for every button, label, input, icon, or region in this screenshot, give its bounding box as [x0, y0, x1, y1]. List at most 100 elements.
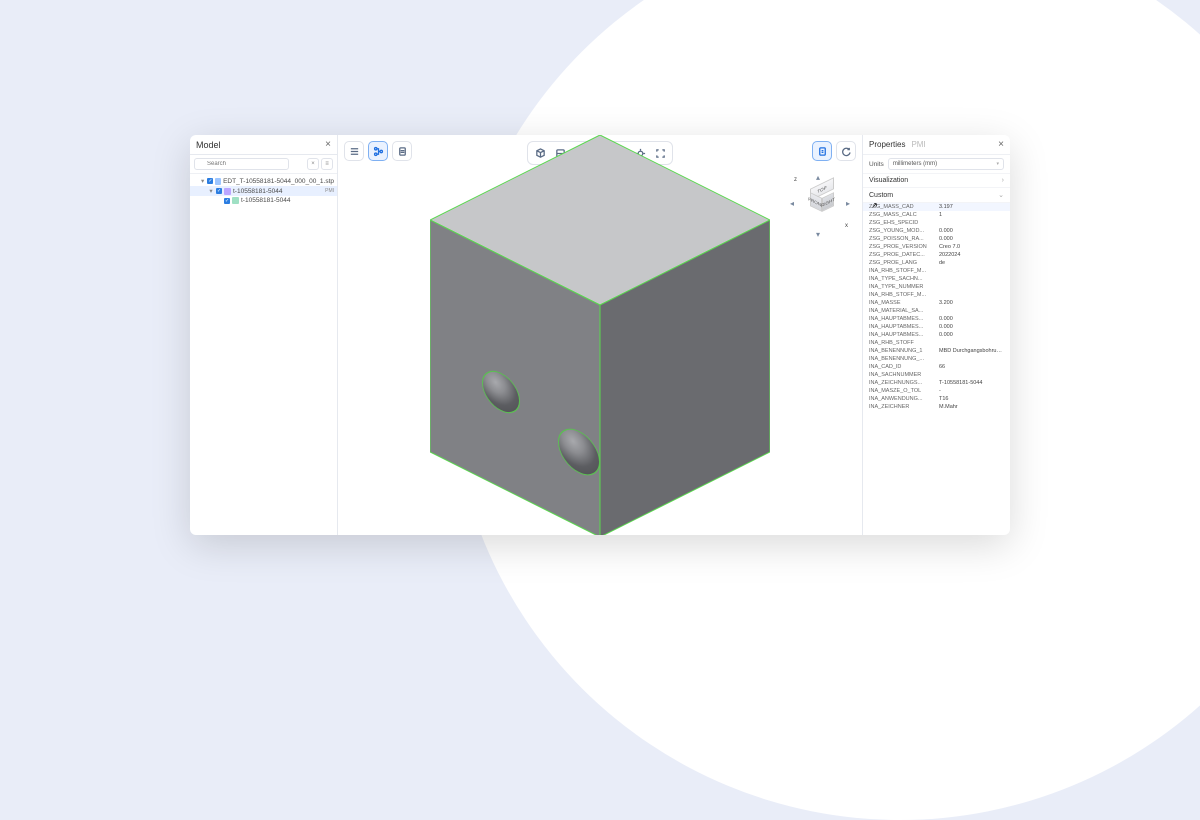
filter-button[interactable]: ≡: [321, 158, 333, 170]
toolbar-document-button[interactable]: [392, 141, 412, 161]
property-value: MBD Durchgangsbohrung mit Gewi...: [939, 348, 1004, 354]
property-key: INA_MASZE_O_TOL: [869, 388, 939, 394]
property-key: ZSG_PROE_LANG: [869, 260, 939, 266]
units-label: Units: [869, 161, 884, 168]
search-input[interactable]: [194, 158, 289, 170]
property-value: 2022024: [939, 252, 1004, 258]
toolbar-menu-button[interactable]: [344, 141, 364, 161]
viewport-3d[interactable]: z ▴ ◂ ▸ ▾ TOP FRONT RIGHT x: [338, 135, 862, 535]
property-value: 0.000: [939, 316, 1004, 322]
property-key: ZSG_PROE_DATEC...: [869, 252, 939, 258]
properties-header: Properties PMI ×: [863, 135, 1010, 155]
units-value: millimeters (mm): [893, 161, 937, 167]
properties-panel: Properties PMI × Units millimeters (mm) …: [862, 135, 1010, 535]
property-key: INA_BENENNUNG_1: [869, 348, 939, 354]
property-value: [939, 284, 1004, 290]
property-row[interactable]: ZSG_POISSON_RA...0.000: [863, 235, 1010, 243]
chevron-right-icon: ›: [1002, 177, 1004, 184]
toolbar-refresh-button[interactable]: [836, 141, 856, 161]
property-value: 0.000: [939, 332, 1004, 338]
properties-list: ZSG_MASS_CAD3.197↖ZSG_MASS_CALC1ZSG_EHS_…: [863, 203, 1010, 535]
property-value: [939, 372, 1004, 378]
property-value: 0.000: [939, 236, 1004, 242]
property-key: INA_TYPE_NUMMER: [869, 284, 939, 290]
toolbar-sheet-button[interactable]: [812, 141, 832, 161]
toolbar-tree-button[interactable]: [368, 141, 388, 161]
property-row[interactable]: INA_BENENNUNG_1MBD Durchgangsbohrung mit…: [863, 347, 1010, 355]
pmi-tag: PMI: [325, 188, 334, 194]
property-row[interactable]: INA_SACHNUMMER: [863, 371, 1010, 379]
caret-icon[interactable]: ▾: [200, 177, 205, 185]
close-icon[interactable]: ×: [325, 139, 331, 150]
property-row[interactable]: INA_RHB_STOFF: [863, 339, 1010, 347]
search-input-wrap[interactable]: [194, 158, 304, 170]
property-value: M.Mahr: [939, 404, 1004, 410]
tree-row[interactable]: ▾ t-10558181-5044 PMI: [190, 186, 337, 196]
property-row[interactable]: ZSG_PROE_VERSIONCreo 7.0: [863, 243, 1010, 251]
property-row[interactable]: INA_MATERIAL_SA...: [863, 307, 1010, 315]
property-row[interactable]: INA_MASSE3.200: [863, 299, 1010, 307]
section-visualization[interactable]: Visualization ›: [863, 174, 1010, 188]
property-row[interactable]: INA_MASZE_O_TOL-: [863, 387, 1010, 395]
section-custom[interactable]: Custom ⌄: [863, 188, 1010, 203]
property-row[interactable]: INA_HAUPTABMES...0.000: [863, 315, 1010, 323]
property-row[interactable]: ZSG_MASS_CALC1: [863, 211, 1010, 219]
model-panel-header: Model ×: [190, 135, 337, 155]
property-value: [939, 276, 1004, 282]
property-row[interactable]: INA_ZEICHNERM.Mahr: [863, 403, 1010, 411]
property-key: ZSG_YOUNG_MOD...: [869, 228, 939, 234]
units-select[interactable]: millimeters (mm): [888, 158, 1004, 170]
search-row: × ≡: [190, 155, 337, 174]
chevron-down-icon: ⌄: [998, 191, 1004, 199]
asm-icon: [224, 188, 231, 195]
property-value: [939, 308, 1004, 314]
property-row[interactable]: ZSG_PROE_DATEC...2022024: [863, 251, 1010, 259]
property-row[interactable]: ZSG_PROE_LANGde: [863, 259, 1010, 267]
property-key: ZSG_PROE_VERSION: [869, 244, 939, 250]
property-row[interactable]: INA_RHB_STOFF_M...: [863, 291, 1010, 299]
property-row[interactable]: INA_ANWENDUNG...T16: [863, 395, 1010, 403]
tab-pmi[interactable]: PMI: [911, 140, 925, 149]
property-row[interactable]: INA_ZEICHNUNGS...T-10558181-5044: [863, 379, 1010, 387]
clear-filter-button[interactable]: ×: [307, 158, 319, 170]
cad-app-window: Model × × ≡ ▾EDT_T-10558181-5044_000_00_…: [190, 135, 1010, 535]
tree-row[interactable]: t-10558181-5044: [190, 196, 337, 205]
tab-properties[interactable]: Properties: [869, 140, 905, 149]
visibility-checkbox[interactable]: [216, 188, 222, 194]
property-value: de: [939, 260, 1004, 266]
navcube-left-icon[interactable]: ◂: [790, 199, 794, 208]
close-icon[interactable]: ×: [998, 139, 1004, 150]
property-key: INA_RHB_STOFF: [869, 340, 939, 346]
tree-label: t-10558181-5044: [233, 188, 283, 195]
property-row[interactable]: INA_BENENNUNG_...: [863, 355, 1010, 363]
property-row[interactable]: ZSG_EHS_SPECID: [863, 219, 1010, 227]
model-panel: Model × × ≡ ▾EDT_T-10558181-5044_000_00_…: [190, 135, 338, 535]
property-row[interactable]: INA_HAUPTABMES...0.000: [863, 323, 1010, 331]
property-value: [939, 356, 1004, 362]
property-key: INA_TYPE_SACHN...: [869, 276, 939, 282]
model-3d-object[interactable]: [430, 135, 770, 535]
property-key: ZSG_MASS_CAD: [869, 204, 939, 210]
property-row[interactable]: ZSG_YOUNG_MOD...0.000: [863, 227, 1010, 235]
navigation-cube[interactable]: z ▴ ◂ ▸ ▾ TOP FRONT RIGHT x: [792, 175, 848, 235]
visibility-checkbox[interactable]: [207, 178, 213, 184]
property-row[interactable]: INA_TYPE_NUMMER: [863, 283, 1010, 291]
caret-icon[interactable]: ▾: [208, 187, 214, 195]
property-row[interactable]: INA_HAUPTABMES...0.000: [863, 331, 1010, 339]
model-panel-title: Model: [196, 140, 221, 150]
property-value: 1: [939, 212, 1004, 218]
navcube-down-icon[interactable]: ▾: [816, 230, 820, 239]
visibility-checkbox[interactable]: [224, 198, 230, 204]
property-row[interactable]: INA_RHB_STOFF_M...: [863, 267, 1010, 275]
navcube-up-icon[interactable]: ▴: [816, 173, 820, 182]
navcube-body[interactable]: TOP FRONT RIGHT: [810, 189, 834, 213]
tree-row[interactable]: ▾EDT_T-10558181-5044_000_00_1.stp: [190, 176, 337, 186]
property-row[interactable]: INA_CAD_ID66: [863, 363, 1010, 371]
visualization-label: Visualization: [869, 177, 908, 184]
navcube-face-right[interactable]: RIGHT: [822, 192, 834, 212]
custom-label: Custom: [869, 192, 893, 199]
navcube-right-icon[interactable]: ▸: [846, 199, 850, 208]
property-row[interactable]: INA_TYPE_SACHN...: [863, 275, 1010, 283]
property-row[interactable]: ZSG_MASS_CAD3.197↖: [863, 203, 1010, 211]
property-key: INA_HAUPTABMES...: [869, 316, 939, 322]
